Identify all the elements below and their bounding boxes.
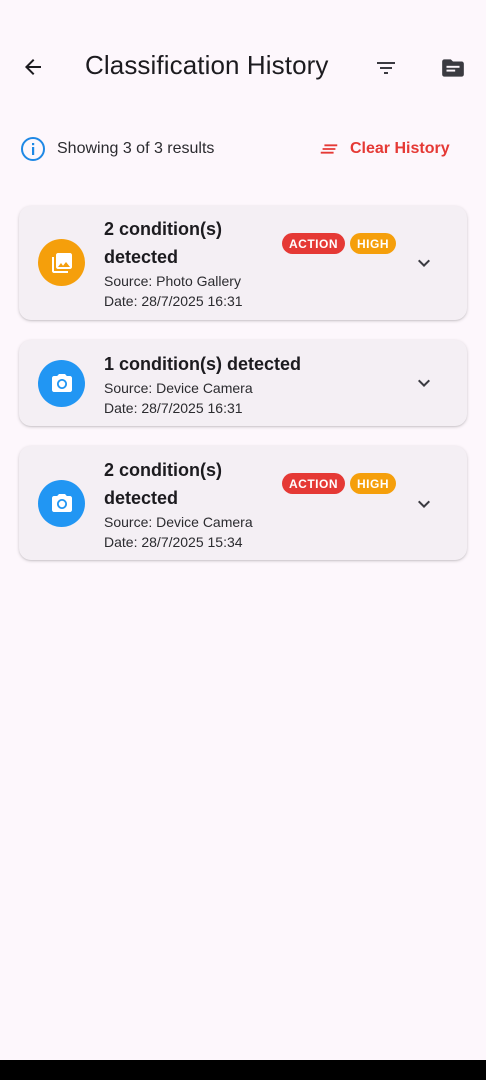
history-card[interactable]: 2 condition(s) detected Source: Photo Ga… <box>19 206 467 320</box>
date-text: Date: 28/7/2025 16:31 <box>104 400 243 416</box>
clear-history-label: Clear History <box>350 140 450 157</box>
app-bar: Classification History <box>0 0 486 136</box>
expand-button[interactable] <box>412 492 436 516</box>
action-badge: ACTION <box>282 473 345 494</box>
system-nav-bar <box>0 1060 486 1080</box>
source-avatar <box>38 360 85 407</box>
back-button[interactable] <box>18 52 48 82</box>
source-avatar <box>38 480 85 527</box>
history-card[interactable]: 1 condition(s) detected Source: Device C… <box>19 340 467 426</box>
condition-headline: 2 condition(s) <box>104 219 222 239</box>
condition-headline-cont: detected <box>104 247 179 267</box>
severity-badge: HIGH <box>350 233 396 254</box>
source-avatar <box>38 239 85 286</box>
arrow-back-icon <box>25 59 41 75</box>
clear-history-button[interactable]: Clear History <box>318 134 458 164</box>
camera-icon <box>51 373 72 392</box>
action-badge: ACTION <box>282 233 345 254</box>
condition-headline: 1 condition(s) detected <box>104 354 302 374</box>
folder-button[interactable] <box>438 53 468 83</box>
source-text: Source: Photo Gallery <box>104 273 241 289</box>
camera-icon <box>51 493 72 512</box>
expand-button[interactable] <box>412 371 436 395</box>
date-text: Date: 28/7/2025 15:34 <box>104 534 243 550</box>
condition-headline: 2 condition(s) <box>104 460 222 480</box>
severity-badge: HIGH <box>350 473 396 494</box>
filter-icon <box>377 62 395 74</box>
filter-button[interactable] <box>371 53 401 83</box>
chevron-down-icon <box>418 379 430 387</box>
date-text: Date: 28/7/2025 16:31 <box>104 293 243 309</box>
results-summary: Showing 3 of 3 results Clear History <box>0 132 486 166</box>
chevron-down-icon <box>418 259 430 267</box>
chevron-down-icon <box>418 500 430 508</box>
source-text: Source: Device Camera <box>104 380 253 396</box>
badge-group: ACTION HIGH <box>282 473 396 494</box>
photo-library-icon <box>51 252 72 273</box>
history-card[interactable]: 2 condition(s) detected Source: Device C… <box>19 446 467 560</box>
info-icon <box>21 137 45 161</box>
results-count: Showing 3 of 3 results <box>57 140 215 157</box>
clear-all-icon <box>318 138 340 160</box>
page-title: Classification History <box>85 50 329 80</box>
condition-headline-cont: detected <box>104 488 179 508</box>
badge-group: ACTION HIGH <box>282 233 396 254</box>
expand-button[interactable] <box>412 251 436 275</box>
source-text: Source: Device Camera <box>104 514 253 530</box>
folder-icon <box>442 59 464 77</box>
